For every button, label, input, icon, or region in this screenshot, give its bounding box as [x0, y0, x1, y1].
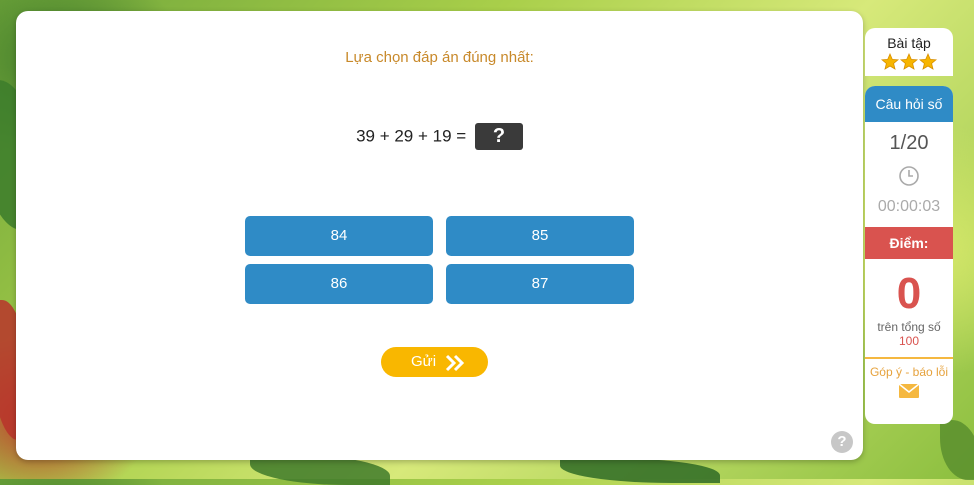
feedback-link[interactable]: Góp ý - báo lỗi [865, 365, 953, 379]
answer-option-4[interactable]: 87 [446, 264, 634, 304]
background-leaf [560, 458, 720, 483]
answer-option-2[interactable]: 85 [446, 216, 634, 256]
background-leaf [940, 420, 974, 480]
answer-placeholder: ? [474, 123, 523, 150]
star-rating [865, 52, 953, 76]
score-header: Điểm: [865, 227, 953, 259]
divider [865, 357, 953, 359]
help-button[interactable]: ? [831, 431, 853, 453]
answer-option-1[interactable]: 84 [245, 216, 433, 256]
elapsed-timer: 00:00:03 [877, 198, 941, 215]
star-icon [918, 52, 938, 70]
exercise-title: Bài tập [887, 35, 931, 51]
clock-icon [865, 165, 953, 192]
submit-button[interactable]: Gửi [381, 347, 488, 377]
instruction-text: Lựa chọn đáp án đúng nhất: [345, 49, 534, 66]
equation-expression: 39 + 29 + 19 = [356, 126, 467, 146]
double-chevron-right-icon [445, 353, 465, 383]
status-panel: Câu hỏi số 1/20 00:00:03 Điểm: 0 trên tổ… [865, 86, 953, 424]
exercise-panel: Bài tập [865, 28, 953, 76]
answer-option-3[interactable]: 86 [245, 264, 433, 304]
total-score: 100 [898, 334, 920, 348]
mail-icon[interactable] [865, 383, 953, 404]
submit-label: Gửi [411, 353, 437, 370]
question-number-header: Câu hỏi số [865, 86, 953, 122]
star-icon [899, 52, 919, 70]
question-progress: 1/20 [889, 132, 929, 154]
question-card: Lựa chọn đáp án đúng nhất: 39 + 29 + 19 … [16, 11, 863, 460]
star-icon [880, 52, 900, 70]
score-value: 0 [896, 269, 922, 318]
equation: 39 + 29 + 19 = ? [16, 123, 863, 150]
total-label: trên tổng số [877, 320, 941, 334]
